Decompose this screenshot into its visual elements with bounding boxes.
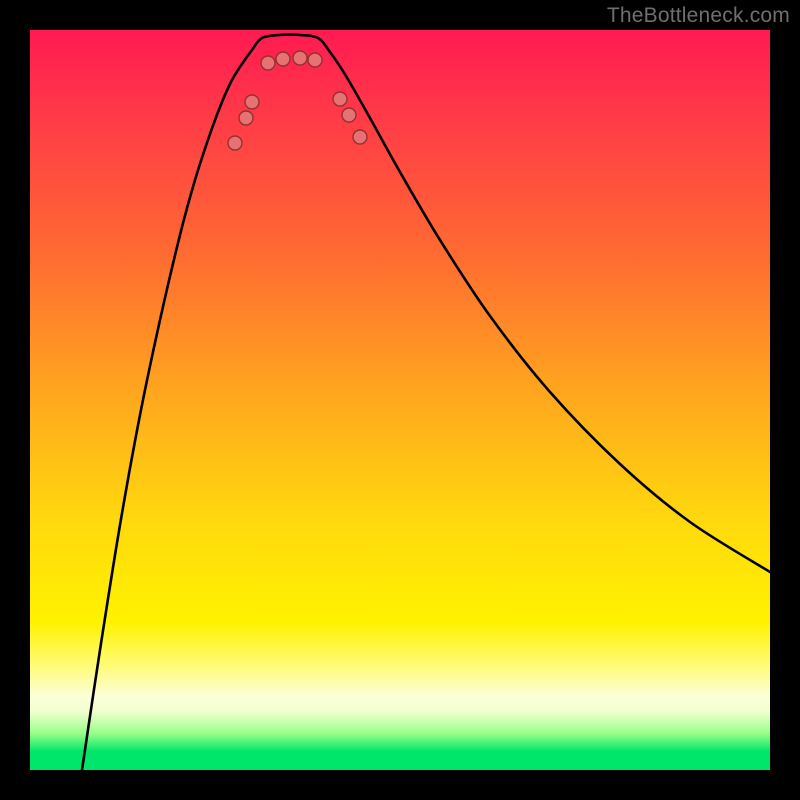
curve-marker xyxy=(293,51,307,65)
watermark-text: TheBottleneck.com xyxy=(607,4,790,28)
curve-marker xyxy=(353,130,367,144)
curve-marker xyxy=(261,56,275,70)
curve-marker xyxy=(239,111,253,125)
plot-area xyxy=(30,30,770,770)
curve-marker xyxy=(342,108,356,122)
bottleneck-curve xyxy=(82,35,770,770)
chart-frame: TheBottleneck.com xyxy=(0,0,800,800)
curve-marker xyxy=(276,52,290,66)
curve-marker xyxy=(333,92,347,106)
curve-markers xyxy=(228,51,367,150)
curve-marker xyxy=(245,95,259,109)
curve-marker xyxy=(308,53,322,67)
curve-layer xyxy=(30,30,770,770)
curve-marker xyxy=(228,136,242,150)
